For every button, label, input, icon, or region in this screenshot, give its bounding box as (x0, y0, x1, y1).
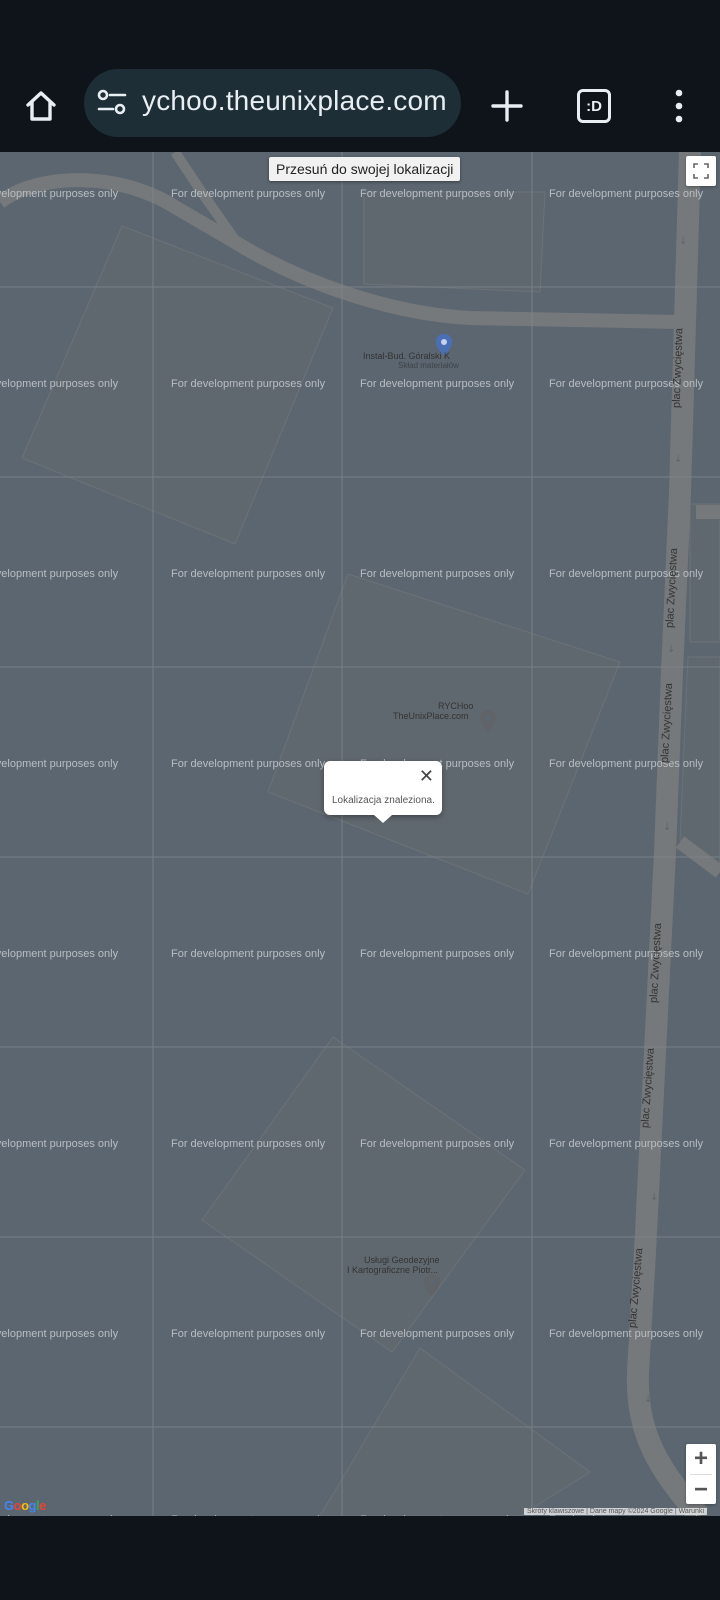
dev-watermark-text: For development purposes only (549, 948, 704, 960)
map-roads-and-buildings: ↓ ↓ ↓ ↓ ↓ ↓ (0, 152, 720, 1516)
new-tab-icon (491, 90, 523, 122)
menu-button[interactable] (650, 77, 708, 135)
dev-watermark-text: For development purposes only (360, 1138, 515, 1150)
tab-switcher-label: :D (586, 97, 602, 115)
dev-watermark-text: For development purposes only (360, 188, 515, 200)
dev-watermark-text: For development purposes only (171, 568, 326, 580)
home-icon (26, 91, 56, 121)
tab-switcher-icon: :D (577, 89, 611, 123)
info-window-message: Lokalizacja znaleziona. (332, 795, 435, 806)
dev-watermark-text: For development purposes only (0, 188, 119, 200)
dev-watermark-text: For development purposes only (549, 568, 704, 580)
dev-watermark-text: For development purposes only (0, 1138, 119, 1150)
place-subtitle: TheUnixPlace.com (393, 711, 469, 721)
dev-watermark-text: For development purposes only (549, 758, 704, 770)
dev-watermark-text: For development purposes only (171, 1138, 326, 1150)
svg-text:↓: ↓ (667, 644, 675, 655)
dev-watermark-text: For development purposes only (171, 758, 326, 770)
dev-watermark-text: For development purposes only (171, 188, 326, 200)
site-settings-icon[interactable] (96, 87, 128, 117)
dev-watermark-text: For development purposes only (360, 1328, 515, 1340)
close-icon[interactable]: ✕ (419, 767, 434, 785)
zoom-out-button[interactable]: − (686, 1475, 716, 1505)
new-tab-button[interactable] (478, 77, 536, 135)
svg-text:↓: ↓ (644, 1394, 652, 1405)
google-logo: Google (4, 1498, 46, 1513)
fullscreen-icon (693, 163, 709, 179)
pan-to-location-tooltip: Przesuń do swojej lokalizacji (269, 157, 461, 181)
menu-icon (675, 89, 683, 123)
svg-text:↓: ↓ (679, 236, 687, 247)
dev-watermark-text: For development purposes only (0, 378, 119, 390)
map-view[interactable]: ↓ ↓ ↓ ↓ ↓ ↓ For development purposes only For… (0, 152, 720, 1516)
navigation-bar (0, 1516, 720, 1600)
building (267, 573, 621, 895)
info-window-tail (374, 815, 392, 823)
building (319, 1347, 591, 1516)
info-window: ✕ Lokalizacja znaleziona. (324, 761, 442, 823)
tab-switcher-button[interactable]: :D (565, 77, 623, 135)
address-bar[interactable]: ychoo.theunixplace.com (84, 69, 461, 137)
dev-watermark-text: For development purposes only (549, 188, 704, 200)
zoom-in-button[interactable]: + (686, 1444, 716, 1474)
home-button[interactable] (12, 77, 70, 135)
fullscreen-button[interactable] (686, 156, 716, 186)
building (201, 1036, 526, 1353)
dev-watermark-text: For development purposes only (0, 948, 119, 960)
dev-watermark-text: For development purposes only (0, 568, 119, 580)
dev-watermark-text: For development purposes only (549, 1138, 704, 1150)
dev-watermark-text: For development purposes only (0, 1328, 119, 1340)
svg-text:↓: ↓ (650, 1192, 658, 1203)
dev-watermark-text: For development purposes only (171, 378, 326, 390)
url-text: ychoo.theunixplace.com (142, 85, 447, 116)
zoom-control: + − (686, 1444, 716, 1504)
dev-watermark-text: For development purposes only (360, 948, 515, 960)
svg-text:↓: ↓ (674, 454, 682, 465)
svg-text:↓: ↓ (663, 822, 671, 833)
dev-watermark-text: For development purposes only (360, 378, 515, 390)
dev-watermark-text: For development purposes only (171, 948, 326, 960)
dev-watermark-text: For development purposes only (360, 568, 515, 580)
building (363, 191, 546, 293)
dev-watermark-text: For development purposes only (549, 1328, 704, 1340)
place-subtitle: I Kartograficzne Piotr... (347, 1265, 439, 1275)
dev-watermark-text: For development purposes only (0, 758, 119, 770)
status-bar (0, 0, 720, 60)
dev-watermark-text: For development purposes only (171, 1328, 326, 1340)
place-subtitle: Skład materiałów (398, 361, 459, 370)
map-attribution[interactable]: Skróty klawiszowe | Dane mapy ©2024 Goog… (524, 1508, 707, 1515)
